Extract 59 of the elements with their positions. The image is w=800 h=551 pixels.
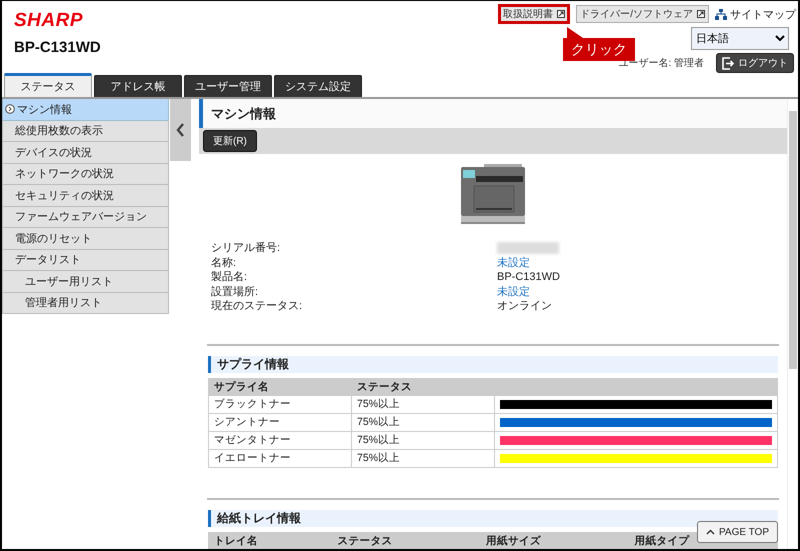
field-label: 名称: [211,256,238,270]
table-cell: 75%以上 [352,395,494,414]
tab[interactable]: アドレス帳 [94,75,182,97]
field-label: 設置場所: [211,286,260,300]
table-cell: 75%以上 [352,431,494,450]
column-header: ステータス [352,378,494,396]
logout-button[interactable]: ログアウト [716,53,794,73]
section-title: 給紙トレイ情報 [208,510,778,528]
sitemap-link[interactable]: サイトマップ [715,6,796,22]
column-header: トレイ名 [208,532,332,549]
callout-label: クリック [563,27,635,61]
table-cell: マゼンタトナー [208,431,352,450]
refresh-button[interactable]: 更新(R) [203,130,257,152]
field-label: 現在のステータス: [211,300,304,314]
section-title: サプライ情報 [208,356,778,373]
scrollbar[interactable] [787,99,798,549]
external-link-icon [697,10,705,18]
sidebar-item[interactable]: データリスト [2,250,169,271]
field-label: シリアル番号: [211,242,282,256]
field-label: 製品名: [211,271,248,285]
field-link[interactable]: 未設定 [497,286,787,300]
sidebar-item[interactable]: ネットワークの状況 [2,164,169,185]
table-cell: シアントナー [208,413,352,432]
column-header: 用紙サイズ [480,532,630,549]
table-cell: イエロートナー [208,449,352,468]
table-cell: 75%以上 [352,413,494,432]
model-name: BP-C131WD [14,39,101,57]
sidebar-item[interactable]: ユーザー用リスト [2,271,169,292]
field-link[interactable]: 未設定 [497,256,787,270]
column-header: ステータス [332,532,481,549]
sidebar-item[interactable]: ファームウェアバージョン [2,206,169,228]
tab[interactable]: ステータス [4,73,92,97]
column-header: サプライ名 [208,378,352,396]
printer-icon [460,164,526,224]
chevron-up-icon [706,529,715,535]
sidebar-item[interactable]: 電源のリセット [2,228,169,250]
header-link[interactable]: ドライバー/ソフトウェア [576,5,709,23]
chevron-icon [5,104,15,114]
logo: SHARP [14,11,84,31]
external-link-icon [557,10,566,18]
table-cell: ブラックトナー [208,395,352,414]
collapse-button[interactable] [170,99,191,161]
tab[interactable]: ユーザー管理 [184,75,272,97]
sidebar-item[interactable]: デバイスの状況 [2,142,169,164]
field-value: BP-C131WD [497,271,561,285]
sidebar-item[interactable]: 総使用枚数の表示 [2,120,169,142]
table-cell: 75%以上 [352,449,494,468]
sidebar-item[interactable]: マシン情報 [2,99,169,120]
sidebar-item[interactable]: セキュリティの状況 [2,185,169,206]
page-top-button[interactable]: PAGE TOP [696,521,778,543]
field-value: オンライン [497,300,553,314]
page-title: マシン情報 [199,99,787,128]
language-select[interactable]: 日本語 [691,27,789,50]
logout-icon [722,56,735,70]
sitemap-icon [715,8,727,20]
sidebar-item[interactable]: 管理者用リスト [2,292,169,314]
chevron-left-icon [176,123,185,137]
tab[interactable]: システム設定 [274,75,362,97]
header-link[interactable]: 取扱説明書 [498,4,570,24]
